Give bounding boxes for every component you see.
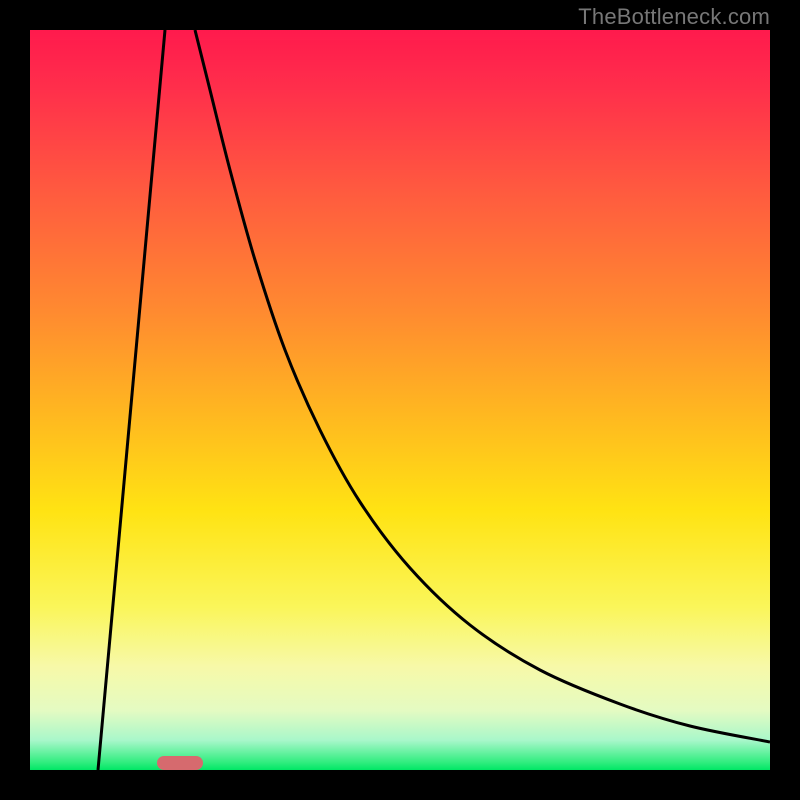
left-line-path: [98, 30, 165, 770]
plot-area: [30, 30, 770, 770]
right-curve-path: [195, 30, 770, 742]
chart-frame: TheBottleneck.com: [0, 0, 800, 800]
watermark-text: TheBottleneck.com: [578, 4, 770, 30]
bottleneck-marker: [157, 756, 203, 770]
curve-layer: [30, 30, 770, 770]
